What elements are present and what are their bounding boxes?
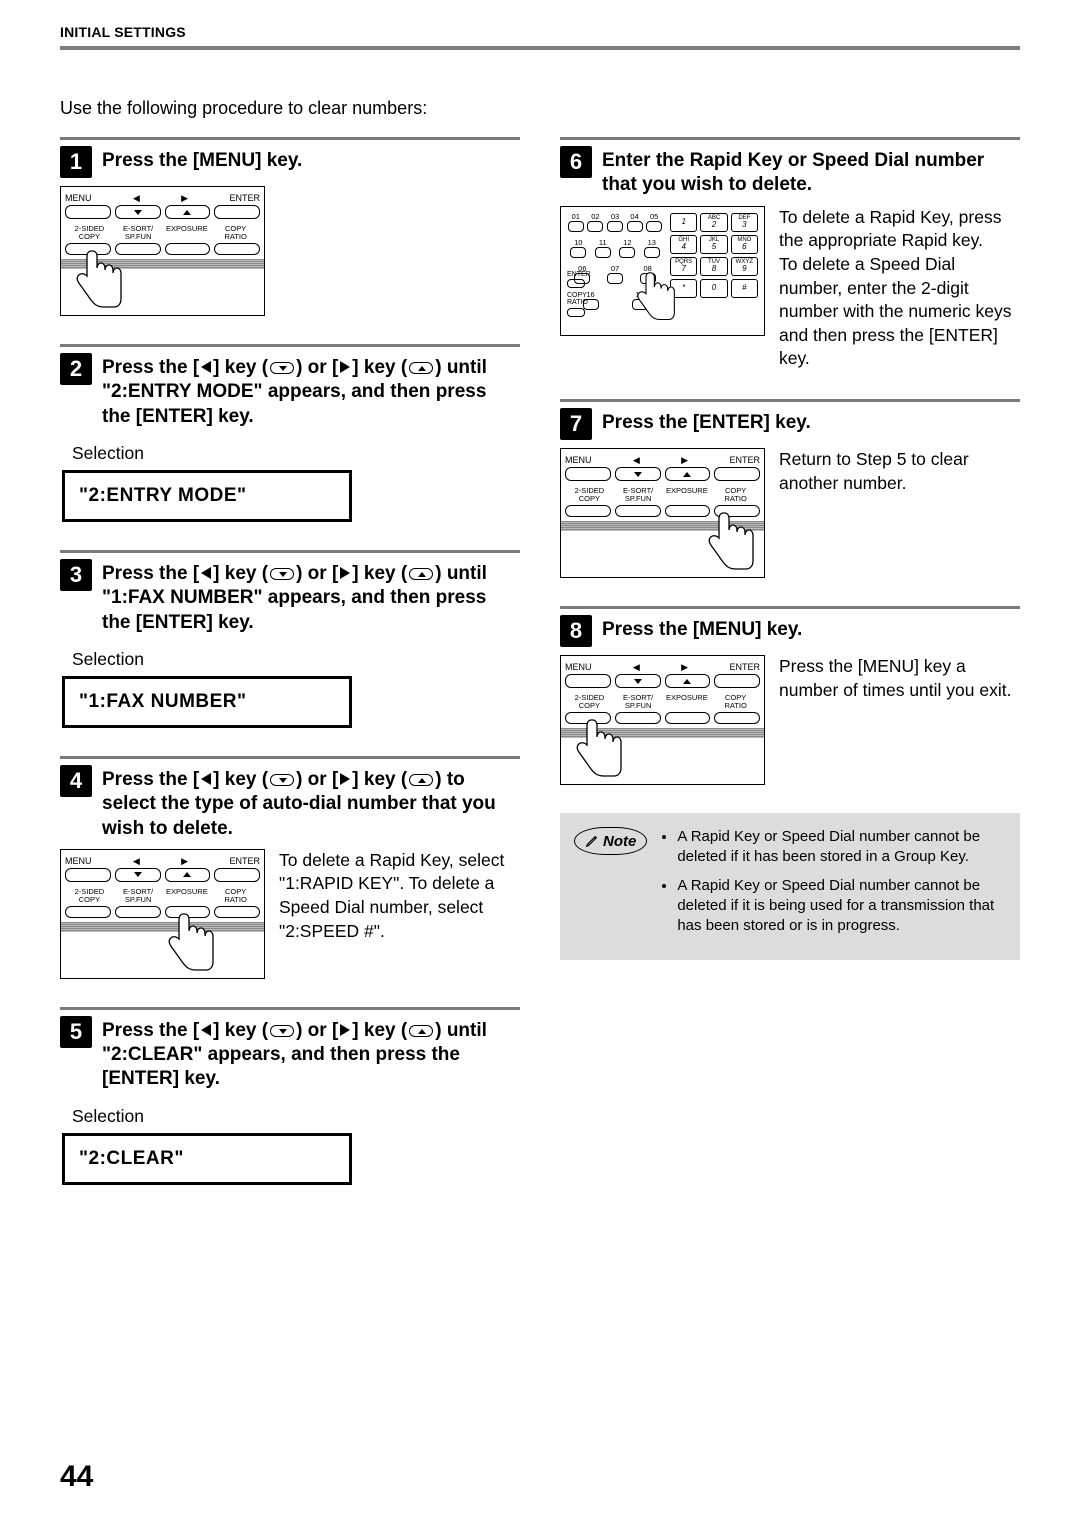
lcd-display: "2:ENTRY MODE" bbox=[62, 470, 352, 522]
note-box: Note A Rapid Key or Speed Dial number ca… bbox=[560, 813, 1020, 960]
note-badge: Note bbox=[574, 827, 647, 855]
step-8: 8 Press the [MENU] key. MENU ◀▶ ENTER bbox=[560, 606, 1020, 785]
left-arrow-icon bbox=[201, 1024, 211, 1036]
step-side-text: Return to Step 5 to clear another number… bbox=[779, 448, 1020, 578]
page-number: 44 bbox=[60, 1460, 93, 1494]
rapid-key: 11 bbox=[592, 239, 615, 257]
rapid-key: 01 bbox=[567, 213, 585, 231]
hand-icon bbox=[701, 505, 761, 579]
step-number: 5 bbox=[60, 1016, 92, 1048]
step-number: 3 bbox=[60, 559, 92, 591]
step-number: 4 bbox=[60, 765, 92, 797]
numeric-key: MNO6 bbox=[731, 235, 758, 254]
step-1: 1 Press the [MENU] key. MENU ◀▶ ENTER bbox=[60, 137, 520, 316]
numeric-key: 0 bbox=[700, 279, 727, 298]
numeric-key: JKL5 bbox=[700, 235, 727, 254]
step-side-text: To delete a Rapid Key, press the appropr… bbox=[779, 206, 1020, 371]
hand-icon bbox=[161, 906, 221, 980]
right-column: 6 Enter the Rapid Key or Speed Dial numb… bbox=[560, 137, 1020, 1213]
left-column: 1 Press the [MENU] key. MENU ◀▶ ENTER bbox=[60, 137, 520, 1213]
manual-page: INITIAL SETTINGS Use the following proce… bbox=[0, 0, 1080, 1528]
step-title: Press the [ENTER] key. bbox=[602, 408, 811, 435]
note-list: A Rapid Key or Speed Dial number cannot … bbox=[661, 827, 1006, 944]
right-arrow-icon bbox=[340, 567, 350, 579]
step-4: 4 Press the [] key () or [] key () to se… bbox=[60, 756, 520, 979]
step-7: 7 Press the [ENTER] key. MENU ◀▶ ENTER bbox=[560, 399, 1020, 578]
control-panel-illustration: MENU ◀▶ ENTER 2-SIDED COPY E-SOR bbox=[560, 448, 765, 578]
hand-icon bbox=[631, 257, 681, 337]
lcd-display: "1:FAX NUMBER" bbox=[62, 676, 352, 728]
step-title: Press the [] key () or [] key () until "… bbox=[102, 559, 520, 635]
step-6: 6 Enter the Rapid Key or Speed Dial numb… bbox=[560, 137, 1020, 371]
down-oval-icon bbox=[270, 568, 294, 580]
intro-text: Use the following procedure to clear num… bbox=[60, 98, 1020, 119]
rapid-key: 10 bbox=[567, 239, 590, 257]
rapid-key: 05 bbox=[645, 213, 663, 231]
step-5: 5 Press the [] key () or [] key () until… bbox=[60, 1007, 520, 1185]
right-arrow-icon bbox=[340, 773, 350, 785]
note-item: A Rapid Key or Speed Dial number cannot … bbox=[677, 876, 1006, 937]
numeric-key: ABC2 bbox=[700, 213, 727, 232]
up-oval-icon bbox=[409, 568, 433, 580]
hand-icon bbox=[569, 712, 629, 786]
step-title: Press the [MENU] key. bbox=[602, 615, 802, 642]
down-oval-icon bbox=[270, 362, 294, 374]
pencil-icon bbox=[585, 834, 599, 848]
two-column-layout: 1 Press the [MENU] key. MENU ◀▶ ENTER bbox=[60, 137, 1020, 1213]
step-side-text: To delete a Rapid Key, select "1:RAPID K… bbox=[279, 849, 520, 979]
up-oval-icon bbox=[409, 1025, 433, 1037]
rapid-key: 03 bbox=[606, 213, 624, 231]
left-arrow-icon bbox=[201, 773, 211, 785]
step-number: 8 bbox=[560, 615, 592, 647]
numeric-key: TUV8 bbox=[700, 257, 727, 276]
step-2: 2 Press the [] key () or [] key () until… bbox=[60, 344, 520, 522]
right-arrow-icon bbox=[340, 361, 350, 373]
left-arrow-icon bbox=[201, 361, 211, 373]
step-title: Enter the Rapid Key or Speed Dial number… bbox=[602, 146, 1020, 198]
down-oval-icon bbox=[270, 774, 294, 786]
step-title: Press the [] key () or [] key () until "… bbox=[102, 353, 520, 429]
step-number: 2 bbox=[60, 353, 92, 385]
step-title: Press the [] key () or [] key () to sele… bbox=[102, 765, 520, 841]
step-number: 1 bbox=[60, 146, 92, 178]
rapid-key: 04 bbox=[626, 213, 644, 231]
left-arrow-icon bbox=[201, 567, 211, 579]
up-oval-icon bbox=[409, 774, 433, 786]
right-arrow-icon bbox=[340, 1024, 350, 1036]
numeric-key: # bbox=[731, 279, 758, 298]
up-oval-icon bbox=[409, 362, 433, 374]
numeric-key: GHI4 bbox=[670, 235, 697, 254]
note-item: A Rapid Key or Speed Dial number cannot … bbox=[677, 827, 1006, 868]
header-rule bbox=[60, 46, 1020, 50]
rapid-key: 12 bbox=[616, 239, 639, 257]
step-side-text: Press the [MENU] key a number of times u… bbox=[779, 655, 1020, 785]
control-panel-illustration: MENU ◀▶ ENTER 2-SIDED COPY E-SOR bbox=[60, 849, 265, 979]
step-3: 3 Press the [] key () or [] key () until… bbox=[60, 550, 520, 728]
rapid-key: 13 bbox=[641, 239, 664, 257]
step-number: 6 bbox=[560, 146, 592, 178]
control-panel-illustration: MENU ◀▶ ENTER 2-SIDED COPY E-SOR bbox=[60, 186, 265, 316]
lcd-display: "2:CLEAR" bbox=[62, 1133, 352, 1185]
rapid-key: 02 bbox=[587, 213, 605, 231]
numeric-key: 1 bbox=[670, 213, 697, 232]
step-number: 7 bbox=[560, 408, 592, 440]
numeric-key: DEF3 bbox=[731, 213, 758, 232]
step-title: Press the [MENU] key. bbox=[102, 146, 302, 173]
rapid-key: 07 bbox=[600, 265, 631, 283]
selection-label: Selection bbox=[72, 649, 520, 670]
numeric-key: WXYZ9 bbox=[731, 257, 758, 276]
control-panel-illustration: MENU ◀▶ ENTER 2-SIDED COPY E-SOR bbox=[560, 655, 765, 785]
selection-label: Selection bbox=[72, 1106, 520, 1127]
hand-icon bbox=[69, 243, 129, 317]
section-title: INITIAL SETTINGS bbox=[60, 24, 1020, 40]
keypad-illustration: 0102030405 10111213 060708 1617 1ABC2DEF… bbox=[560, 206, 765, 336]
selection-label: Selection bbox=[72, 443, 520, 464]
down-oval-icon bbox=[270, 1025, 294, 1037]
step-title: Press the [] key () or [] key () until "… bbox=[102, 1016, 520, 1092]
